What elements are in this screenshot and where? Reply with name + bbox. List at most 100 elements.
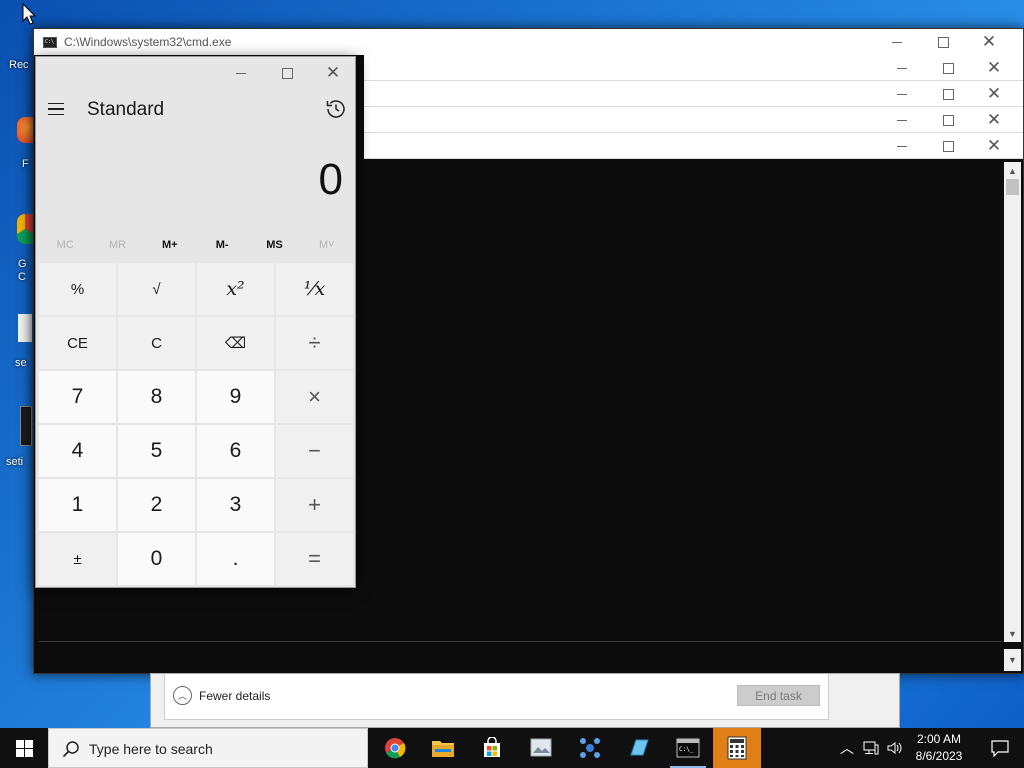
file-icon[interactable]	[20, 406, 32, 446]
start-button[interactable]	[0, 728, 48, 768]
file-label-se: se	[15, 357, 27, 369]
file-explorer-icon[interactable]	[419, 728, 467, 768]
stacked-window-titlebar[interactable]: ✕	[364, 133, 1023, 159]
chrome-icon[interactable]	[371, 728, 419, 768]
maximize-button[interactable]	[925, 55, 971, 81]
cmd-maximize-button[interactable]	[920, 29, 966, 55]
digit-7-button[interactable]: 7	[39, 371, 116, 423]
end-task-button[interactable]: End task	[737, 685, 820, 706]
file-label-seti: seti	[6, 456, 24, 468]
calculator-display: 0	[318, 155, 343, 204]
taskbar-search-box[interactable]: Type here to search	[48, 728, 368, 768]
minimize-button[interactable]	[879, 55, 925, 81]
cmd-titlebar[interactable]: C:\Windows\system32\cmd.exe ✕	[34, 29, 1023, 55]
minimize-button[interactable]	[879, 133, 925, 159]
task-manager-footer: ︿ Fewer details End task	[164, 674, 829, 720]
clear-entry-button[interactable]: CE	[39, 317, 116, 369]
digit-3-button[interactable]: 3	[197, 479, 274, 531]
minus-button[interactable]: −	[276, 425, 353, 477]
scroll-down-icon[interactable]: ▼	[1004, 649, 1021, 671]
equals-button[interactable]: =	[276, 533, 353, 585]
image-viewer-icon[interactable]	[517, 728, 565, 768]
cmd-close-button[interactable]: ✕	[966, 29, 1012, 55]
history-icon[interactable]	[324, 97, 348, 121]
calculator-minimize-button[interactable]	[218, 57, 264, 89]
maximize-button[interactable]	[925, 107, 971, 133]
digit-9-button[interactable]: 9	[197, 371, 274, 423]
digit-0-button[interactable]: 0	[118, 533, 195, 585]
close-button[interactable]: ✕	[971, 55, 1017, 81]
percent-button[interactable]: %	[39, 263, 116, 315]
digit-8-button[interactable]: 8	[118, 371, 195, 423]
show-hidden-icons-button[interactable]: ︿	[836, 728, 858, 768]
decimal-button[interactable]: .	[197, 533, 274, 585]
stacked-window-titlebar[interactable]: ✕	[364, 81, 1023, 107]
windows-logo-icon	[15, 739, 33, 757]
fewer-details-link[interactable]: Fewer details	[199, 689, 270, 703]
plus-button[interactable]: +	[276, 479, 353, 531]
digit-2-button[interactable]: 2	[118, 479, 195, 531]
close-button[interactable]: ✕	[971, 81, 1017, 107]
keypad: % √ x² ¹⁄x CE C ⌫ ÷ 7 8 9 × 4 5 6− 1 2 3 + ±0. =	[39, 263, 354, 585]
chevron-up-icon[interactable]: ︿	[173, 686, 192, 705]
stacked-window-titlebar[interactable]: ✕	[364, 55, 1023, 81]
chrome-shortcut-label: GC	[18, 258, 27, 283]
action-center-button[interactable]	[976, 728, 1024, 768]
memory-ms-button[interactable]: MS	[248, 233, 300, 257]
cmd-app-icon	[43, 37, 57, 48]
volume-icon[interactable]	[884, 728, 906, 768]
calculator-maximize-button[interactable]	[264, 57, 310, 89]
firefox-shortcut-icon[interactable]	[17, 117, 33, 143]
digit-4-button[interactable]: 4	[39, 425, 116, 477]
close-button[interactable]: ✕	[971, 107, 1017, 133]
hamburger-menu-icon[interactable]	[46, 97, 68, 121]
calculator-icon[interactable]	[713, 728, 761, 768]
square-root-button[interactable]: √	[118, 263, 195, 315]
memory-mminus-button[interactable]: M-	[196, 233, 248, 257]
digit-1-button[interactable]: 1	[39, 479, 116, 531]
svg-text:C:\_: C:\_	[679, 746, 694, 753]
cmd-scrollbar[interactable]: ▲ ▼	[1004, 162, 1021, 642]
file-icon[interactable]	[18, 314, 32, 342]
backspace-button[interactable]: ⌫	[197, 317, 274, 369]
task-manager-window[interactable]: ︿ Fewer details End task	[150, 673, 900, 728]
close-button[interactable]: ✕	[971, 133, 1017, 159]
calculator-close-button[interactable]: ✕	[310, 57, 356, 89]
calculator-titlebar[interactable]: ✕	[36, 57, 355, 89]
maximize-button[interactable]	[925, 81, 971, 107]
clock-date: 8/6/2023	[915, 749, 963, 763]
scroll-up-icon[interactable]: ▲	[1004, 162, 1021, 179]
scroll-thumb[interactable]	[1006, 179, 1019, 195]
scroll-down-icon[interactable]: ▼	[1004, 625, 1021, 642]
reciprocal-button[interactable]: ¹⁄x	[276, 263, 353, 315]
minimize-button[interactable]	[879, 107, 925, 133]
stacked-window-titlebar[interactable]: ✕	[364, 107, 1023, 133]
network-app-icon[interactable]	[566, 728, 614, 768]
chrome-shortcut-icon[interactable]	[17, 214, 33, 244]
memory-mplus-button[interactable]: M+	[144, 233, 196, 257]
minimize-button[interactable]	[879, 81, 925, 107]
cmd-minimize-button[interactable]	[874, 29, 920, 55]
search-placeholder: Type here to search	[89, 741, 213, 757]
digit-6-button[interactable]: 6	[197, 425, 274, 477]
memory-mlist-button[interactable]: M˅	[301, 233, 353, 257]
calculator-window[interactable]: ✕ Standard 0 MC MR M+ M- MS M˅ % √ x² ¹⁄x CE C ⌫ ÷ 7 8…	[35, 56, 356, 588]
microsoft-store-icon[interactable]	[468, 728, 516, 768]
divide-button[interactable]: ÷	[276, 317, 353, 369]
recycle-bin-label[interactable]: Rec	[9, 59, 29, 71]
taskbar-clock[interactable]: 2:00 AM 8/6/2023	[904, 731, 974, 765]
memory-mr-button[interactable]: MR	[91, 233, 143, 257]
cmd-title: C:\Windows\system32\cmd.exe	[64, 35, 232, 49]
digit-5-button[interactable]: 5	[118, 425, 195, 477]
network-icon[interactable]	[860, 728, 882, 768]
square-button[interactable]: x²	[197, 263, 274, 315]
memory-mc-button[interactable]: MC	[39, 233, 91, 257]
maximize-button[interactable]	[925, 133, 971, 159]
negate-button[interactable]: ±	[39, 533, 116, 585]
notepad-app-icon[interactable]	[615, 728, 663, 768]
command-prompt-icon[interactable]: C:\_	[664, 728, 712, 768]
clear-button[interactable]: C	[118, 317, 195, 369]
multiply-button[interactable]: ×	[276, 371, 353, 423]
taskbar: Type here to search C:\_ ︿ 2:00 AM 8/6/2…	[0, 728, 1024, 768]
firefox-shortcut-label: F	[22, 158, 29, 170]
